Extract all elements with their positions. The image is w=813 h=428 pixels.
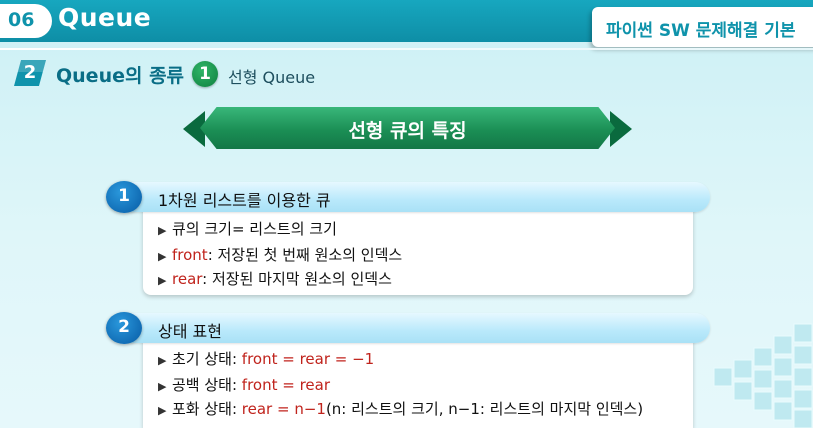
feature-card-2-title: 상태 표현 xyxy=(158,322,222,341)
list-item-keyword: front = rear xyxy=(241,376,331,394)
ribbon-title: 선형 큐의 특징 xyxy=(348,120,467,142)
triangle-bullet-icon: ▶ xyxy=(158,224,167,237)
sub-section-title: 선형 Queue xyxy=(228,68,316,87)
list-item-text: 포화 상태: xyxy=(172,400,242,418)
ribbon-banner: 선형 큐의 특징 xyxy=(200,107,615,149)
feature-card-1-number-badge: 1 xyxy=(106,181,142,213)
list-item: ▶ rear: 저장된 마지막 원소의 인덱스 xyxy=(158,268,392,289)
course-tag: 파이썬 SW 문제해결 기본 xyxy=(592,7,813,47)
course-title: 파이썬 SW 문제해결 기본 xyxy=(606,21,796,41)
triangle-bullet-icon: ▶ xyxy=(158,274,167,287)
triangle-bullet-icon: ▶ xyxy=(158,380,167,393)
list-item: ▶ front: 저장된 첫 번째 원소의 인덱스 xyxy=(158,244,402,265)
list-item: ▶ 초기 상태: front = rear = −1 xyxy=(158,348,374,369)
list-item-text: : 저장된 마지막 원소의 인덱스 xyxy=(202,270,392,288)
list-item-keyword: front xyxy=(172,246,208,264)
sub-section-number: 1 xyxy=(199,64,211,84)
section-title: Queue의 종류 xyxy=(56,65,185,87)
chapter-title: Queue xyxy=(58,3,152,32)
list-item-keyword: rear = n−1 xyxy=(241,400,326,418)
list-item-keyword: rear xyxy=(172,270,203,288)
chapter-number: 06 xyxy=(8,9,35,31)
list-item: ▶ 포화 상태: rear = n−1(n: 리스트의 크기, n−1: 리스트의… xyxy=(158,398,643,419)
triangle-bullet-icon: ▶ xyxy=(158,354,167,367)
chapter-badge: 06 xyxy=(0,4,52,38)
list-item-text: : 저장된 첫 번째 원소의 인덱스 xyxy=(207,246,403,264)
triangle-bullet-icon: ▶ xyxy=(158,250,167,263)
list-item-text: 공백 상태: xyxy=(172,376,242,394)
triangle-bullet-icon: ▶ xyxy=(158,404,167,417)
feature-card-1-number: 1 xyxy=(118,186,130,206)
list-item-text: 큐의 크기= 리스트의 크기 xyxy=(172,220,337,238)
feature-card-1-title: 1차원 리스트를 이용한 큐 xyxy=(158,191,331,210)
header-divider xyxy=(0,48,813,50)
section-number: 2 xyxy=(23,62,37,83)
list-item-text: 초기 상태: xyxy=(172,350,242,368)
feature-card-2-number: 2 xyxy=(118,317,130,337)
list-item-text: (n: 리스트의 크기, n−1: 리스트의 마지막 인덱스) xyxy=(325,400,644,418)
list-item-keyword: front = rear = −1 xyxy=(241,350,375,368)
decorative-cubes xyxy=(713,323,813,428)
feature-card-2-number-badge: 2 xyxy=(106,312,142,344)
sub-section-badge: 1 xyxy=(192,61,218,87)
list-item: ▶ 큐의 크기= 리스트의 크기 xyxy=(158,218,337,239)
list-item: ▶ 공백 상태: front = rear xyxy=(158,374,330,395)
